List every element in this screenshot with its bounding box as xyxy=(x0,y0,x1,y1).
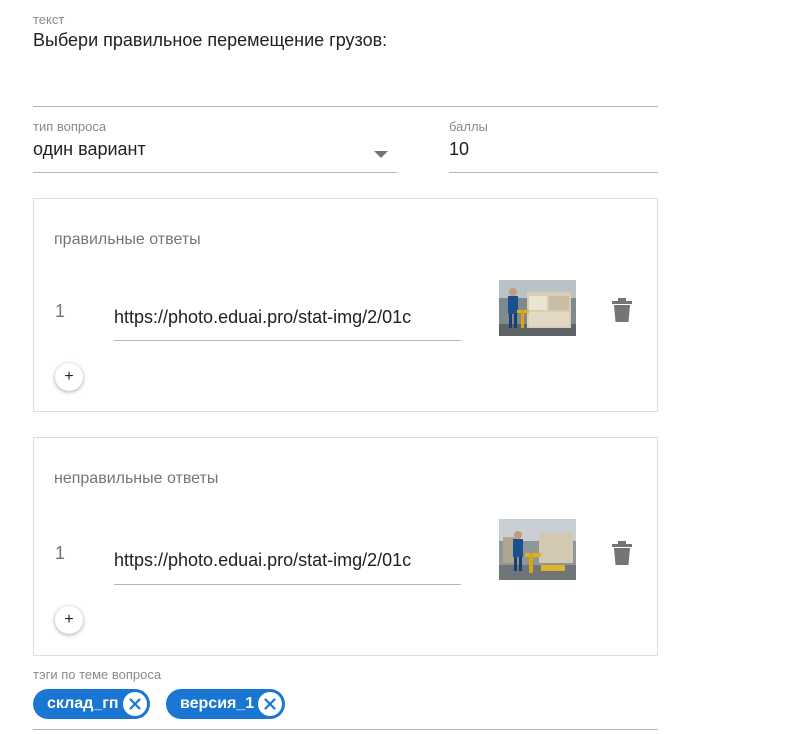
caret-down-icon xyxy=(374,146,388,164)
tag-chip-label: версия_1 xyxy=(180,695,255,712)
plus-icon: + xyxy=(64,368,74,385)
answer-image xyxy=(499,280,576,336)
answer-image xyxy=(499,519,576,580)
answer-number: 1 xyxy=(55,543,66,563)
trash-icon[interactable] xyxy=(612,541,632,565)
answer-url-underline xyxy=(114,584,461,585)
add-wrong-answer-button[interactable]: + xyxy=(55,606,83,634)
close-circle-icon[interactable] xyxy=(122,692,147,716)
answer-url-input[interactable]: https://photo.eduai.pro/stat-img/2/01c xyxy=(114,307,461,328)
tag-chip: версия_1 xyxy=(166,689,286,719)
tag-chip-label: склад_гп xyxy=(47,695,119,712)
tags-underline xyxy=(33,729,658,730)
answer-number: 1 xyxy=(55,301,66,321)
text-field-input[interactable]: Выбери правильное перемещение грузов: xyxy=(33,30,387,51)
question-type-label: тип вопроса xyxy=(33,119,107,134)
points-input[interactable]: 10 xyxy=(449,139,469,160)
tags-label: тэги по теме вопроса xyxy=(33,667,162,682)
answer-url-underline xyxy=(114,340,461,341)
add-correct-answer-button[interactable]: + xyxy=(55,363,83,391)
question-type-underline xyxy=(33,172,397,173)
text-field-label: текст xyxy=(33,12,65,27)
points-underline xyxy=(449,172,658,173)
correct-answers-card: правильные ответы 1 https://photo.eduai.… xyxy=(33,198,658,412)
question-type-value: один вариант xyxy=(33,139,146,159)
wrong-answers-card: неправильные ответы 1 https://photo.edua… xyxy=(33,437,658,656)
tag-chip: склад_гп xyxy=(33,689,150,719)
points-label: баллы xyxy=(449,119,488,134)
trash-icon[interactable] xyxy=(612,298,632,322)
wrong-answers-title: неправильные ответы xyxy=(54,470,219,487)
plus-icon: + xyxy=(64,611,74,628)
close-circle-icon[interactable] xyxy=(258,692,283,716)
text-field-underline xyxy=(33,106,658,107)
question-type-select[interactable]: один вариант xyxy=(33,136,397,172)
answer-url-input[interactable]: https://photo.eduai.pro/stat-img/2/01c xyxy=(114,550,461,571)
correct-answers-title: правильные ответы xyxy=(54,231,201,248)
